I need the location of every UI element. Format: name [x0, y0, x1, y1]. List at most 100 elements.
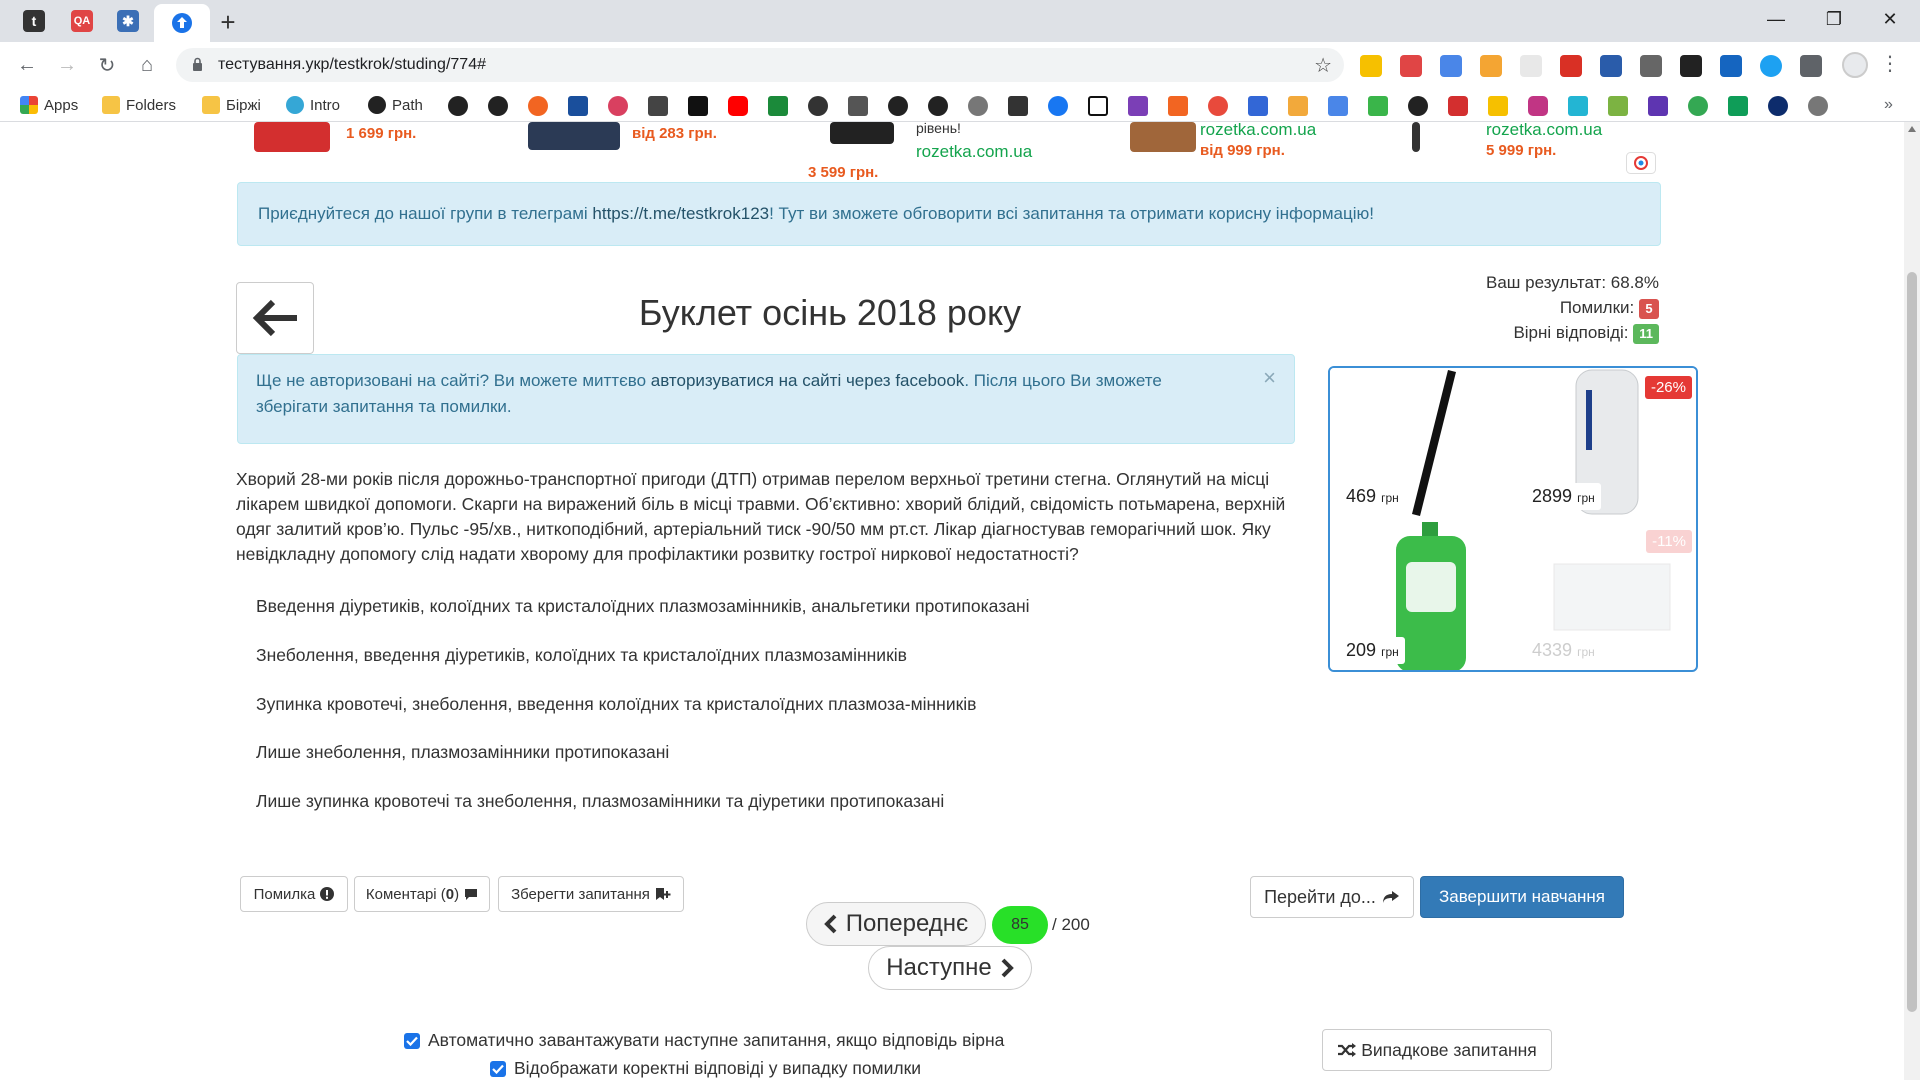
maximize-button[interactable]: ❐	[1806, 0, 1862, 38]
bookmark-icon[interactable]	[768, 96, 788, 116]
home-icon[interactable]: ⌂	[130, 48, 164, 82]
extension-icon[interactable]	[1760, 55, 1782, 77]
translate-icon[interactable]	[1328, 96, 1348, 116]
extension-icon[interactable]	[1360, 55, 1382, 77]
github-icon[interactable]	[1408, 96, 1428, 116]
bookmark-icon[interactable]	[648, 96, 668, 116]
answer-option-2[interactable]: Знеболення, введення діуретиків, колоїдн…	[256, 645, 907, 666]
github-icon[interactable]	[448, 96, 468, 116]
ad-image-shoes[interactable]	[1130, 122, 1196, 152]
bookmark-folders[interactable]: Folders	[102, 94, 176, 116]
github-icon[interactable]	[928, 96, 948, 116]
show-correct-option[interactable]: Відображати коректні відповіді у випадку…	[490, 1058, 921, 1079]
bookmark-icon[interactable]	[1368, 96, 1388, 116]
bookmark-icon[interactable]	[1568, 96, 1588, 116]
minimize-button[interactable]: —	[1748, 0, 1804, 38]
ad-image-device[interactable]	[830, 122, 894, 144]
maps-icon[interactable]	[1688, 96, 1708, 116]
extension-icon[interactable]	[1480, 55, 1502, 77]
bookmark-intro[interactable]: Intro	[286, 94, 340, 116]
translate-icon[interactable]	[1440, 55, 1462, 77]
new-tab-button[interactable]: +	[214, 7, 242, 37]
bookmark-icon[interactable]	[1648, 96, 1668, 116]
close-alert-icon[interactable]: ×	[1263, 365, 1276, 391]
bookmark-icon[interactable]	[1288, 96, 1308, 116]
ad-image-item[interactable]	[1412, 122, 1420, 152]
ad-image-phone[interactable]	[254, 122, 330, 152]
answer-option-5[interactable]: Лише зупинка кровотечі та знеболення, пл…	[256, 791, 944, 812]
forward-nav-icon[interactable]: →	[50, 48, 84, 82]
bookmark-icon[interactable]	[1448, 96, 1468, 116]
back-nav-icon[interactable]: ←	[10, 48, 44, 82]
bookmark-icon[interactable]	[1088, 96, 1108, 116]
random-question-button[interactable]: Випадкове запитання	[1322, 1029, 1552, 1071]
bookmark-apps[interactable]: Apps	[20, 94, 78, 116]
bookmarks-overflow-icon[interactable]: »	[1884, 96, 1893, 114]
extension-icon[interactable]	[1600, 55, 1622, 77]
bookmark-path[interactable]: Path	[368, 94, 423, 116]
w3-icon[interactable]	[568, 96, 588, 116]
globe-icon[interactable]	[968, 96, 988, 116]
address-bar[interactable]: тестування.укр/testkrok/studing/774# ☆	[176, 48, 1344, 82]
github-icon[interactable]	[488, 96, 508, 116]
bookmark-icon[interactable]	[1128, 96, 1148, 116]
goto-button[interactable]: Перейти до...	[1250, 876, 1414, 918]
bookmark-icon[interactable]	[1168, 96, 1188, 116]
bookmark-icon[interactable]	[1008, 96, 1028, 116]
ad-image-clothing[interactable]	[528, 122, 620, 150]
telegram-link[interactable]: https://t.me/testkrok123	[592, 204, 769, 223]
ad-price[interactable]: 5 999 грн.	[1486, 142, 1556, 159]
bookmark-icon[interactable]	[608, 96, 628, 116]
globe-icon[interactable]	[1808, 96, 1828, 116]
facebook-login-link[interactable]: авторизуватися на сайті через facebook	[651, 371, 965, 390]
extension-icon[interactable]	[1640, 55, 1662, 77]
ad-provider-icon[interactable]	[1626, 152, 1656, 174]
page-scrollbar[interactable]	[1904, 122, 1920, 1080]
dou-icon[interactable]	[688, 96, 708, 116]
instagram-icon[interactable]	[1528, 96, 1548, 116]
ad-text[interactable]: рівень!	[916, 122, 961, 136]
code-icon[interactable]	[1248, 96, 1268, 116]
finish-button[interactable]: Завершити навчання	[1420, 876, 1624, 918]
answer-option-1[interactable]: Введення діуретиків, колоїдних та криста…	[256, 596, 1030, 617]
menu-kebab-icon[interactable]: ⋮	[1880, 51, 1900, 76]
product-card[interactable]: 209 грн	[1330, 522, 1514, 670]
close-window-button[interactable]: ✕	[1862, 0, 1918, 38]
reload-icon[interactable]: ↻	[90, 48, 124, 82]
tab-3[interactable]: ✱	[108, 6, 148, 36]
answer-option-4[interactable]: Лише знеболення, плазмозамінники протипо…	[256, 742, 669, 763]
report-error-button[interactable]: Помилка	[240, 876, 348, 912]
previous-button[interactable]: Попереднє	[806, 902, 986, 946]
extension-icon[interactable]	[1520, 55, 1542, 77]
scroll-up-icon[interactable]	[1908, 126, 1916, 132]
puzzle-icon[interactable]	[1800, 55, 1822, 77]
youtube-icon[interactable]	[728, 96, 748, 116]
ad-price[interactable]: 1 699 грн.	[346, 125, 416, 142]
ad-price[interactable]: від 999 грн.	[1200, 142, 1285, 159]
next-button[interactable]: Наступне	[868, 946, 1032, 990]
bookmark-icon[interactable]	[1208, 96, 1228, 116]
ad-link[interactable]: rozetka.com.ua	[1200, 122, 1316, 140]
autoload-option[interactable]: Автоматично завантажувати наступне запит…	[404, 1030, 1004, 1051]
tab-active[interactable]	[154, 4, 210, 42]
checkbox-show-correct[interactable]	[490, 1060, 506, 1077]
bookmark-birzhi[interactable]: Біржі	[202, 94, 261, 116]
bookmark-icon[interactable]	[1768, 96, 1788, 116]
bookmark-icon[interactable]	[1608, 96, 1628, 116]
bookmark-icon[interactable]	[528, 96, 548, 116]
extension-icon[interactable]	[1560, 55, 1582, 77]
bookmark-icon[interactable]	[888, 96, 908, 116]
ad-price[interactable]: 3 599 грн.	[808, 164, 878, 181]
bookmark-star-icon[interactable]: ☆	[1314, 53, 1332, 78]
book-icon[interactable]	[848, 96, 868, 116]
answer-option-3[interactable]: Зупинка кровотечі, знеболення, введення …	[256, 694, 976, 715]
tab-1[interactable]: t	[14, 6, 54, 36]
scrollbar-thumb[interactable]	[1907, 272, 1917, 1012]
profile-avatar[interactable]	[1842, 52, 1868, 78]
ad-link[interactable]: rozetka.com.ua	[1486, 122, 1602, 140]
extension-icon[interactable]	[1680, 55, 1702, 77]
tab-2[interactable]: QA	[62, 6, 102, 36]
checkbox-autoload[interactable]	[404, 1032, 420, 1049]
bookmark-icon[interactable]	[1728, 96, 1748, 116]
product-card[interactable]: -26% 2899 грн	[1516, 368, 1696, 520]
